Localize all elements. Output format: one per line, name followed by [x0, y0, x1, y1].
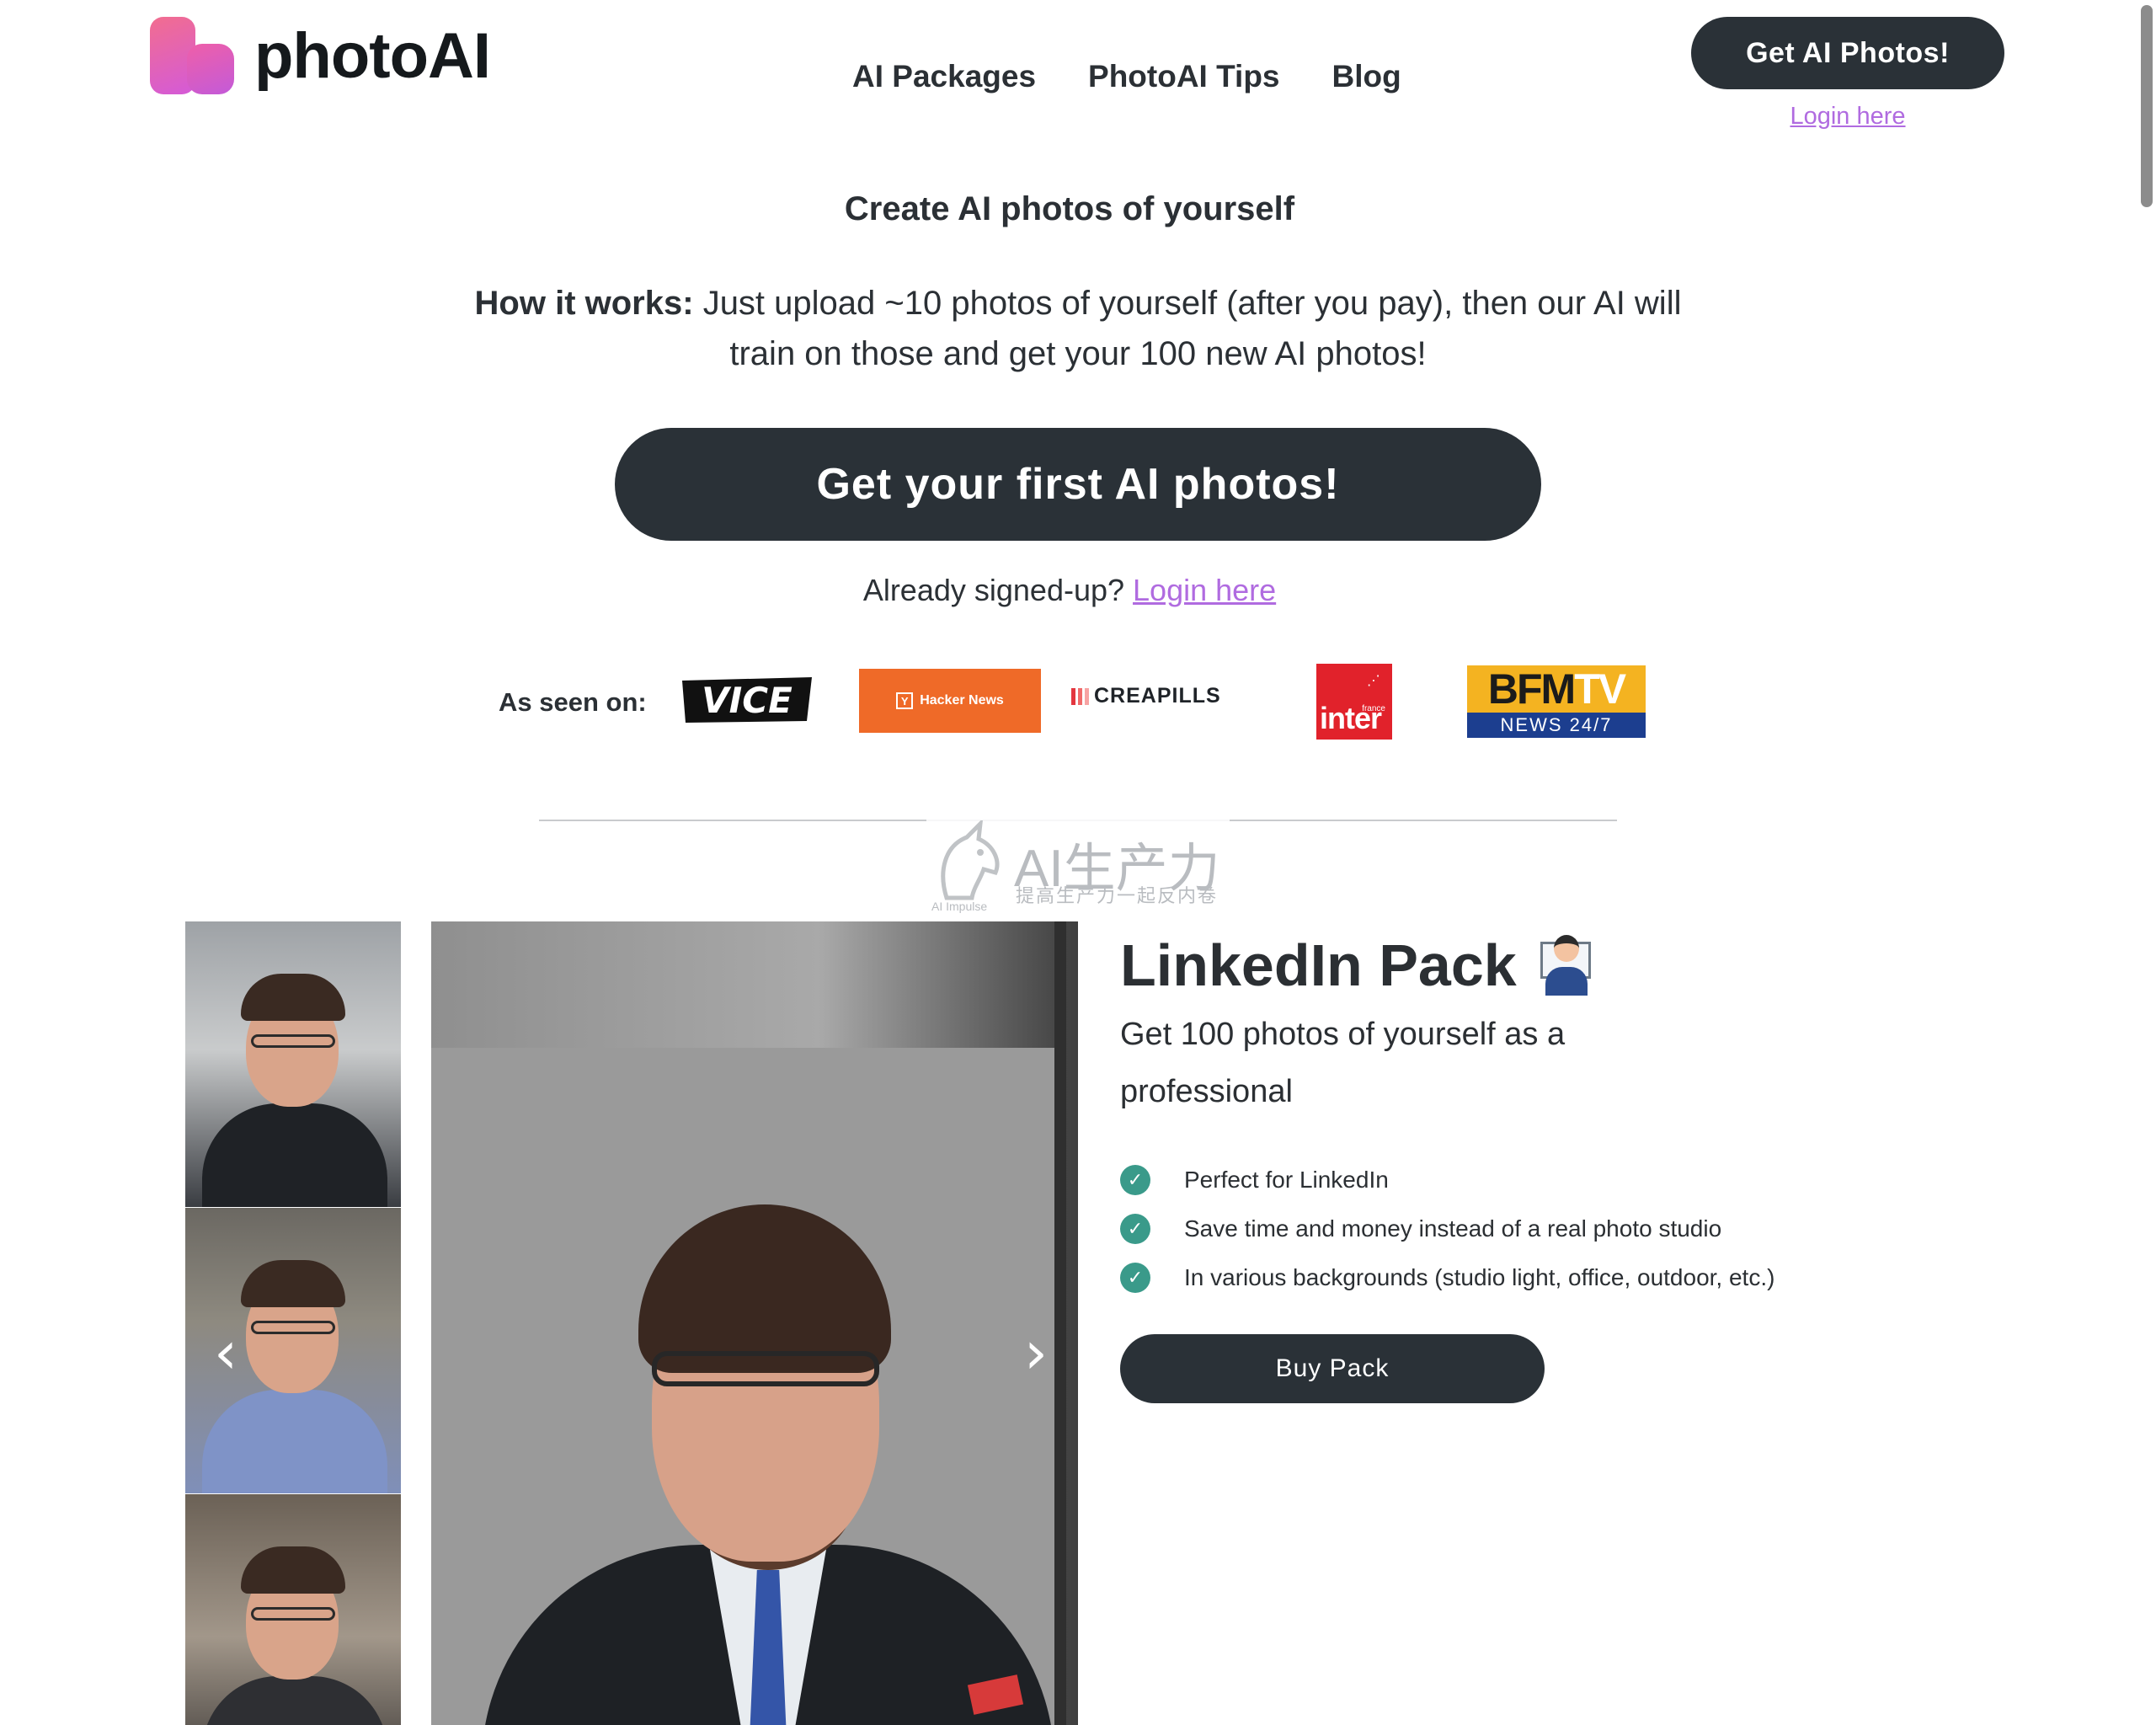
brand-logo[interactable]: photoAI: [150, 13, 491, 98]
thumbnail-1[interactable]: [185, 921, 401, 1208]
thumbnail-3[interactable]: [185, 1494, 401, 1725]
get-ai-photos-button[interactable]: Get AI Photos!: [1691, 17, 2004, 89]
inter-dots-icon: ⋰: [1367, 674, 1380, 688]
france-inter-logo[interactable]: ⋰ france inter: [1316, 664, 1392, 740]
hacker-news-logo[interactable]: Y Hacker News: [859, 669, 1041, 733]
bfm-sub-text: NEWS 24/7: [1467, 713, 1646, 738]
already-signed-up: Already signed-up? Login here: [0, 573, 2156, 608]
header-login-link[interactable]: Login here: [1691, 103, 2004, 131]
inter-text: inter: [1320, 701, 1382, 735]
buy-pack-button[interactable]: Buy Pack: [1120, 1334, 1545, 1403]
feature-text: Perfect for LinkedIn: [1184, 1167, 1389, 1193]
nav-blog[interactable]: Blog: [1332, 59, 1401, 94]
main-photo: [431, 921, 1078, 1725]
nav-photoai-tips[interactable]: PhotoAI Tips: [1088, 59, 1279, 94]
bfm-top: BFM TV: [1467, 665, 1646, 713]
y-combinator-icon: Y: [896, 692, 914, 709]
check-icon: ✓: [1120, 1214, 1150, 1244]
feature-text: Save time and money instead of a real ph…: [1184, 1215, 1722, 1242]
check-icon: ✓: [1120, 1263, 1150, 1293]
vice-logo[interactable]: VICE: [677, 674, 817, 726]
watermark: AI生产力 提高生产力一起反内卷 AI Impulse: [926, 819, 1230, 920]
logo-mark-icon: [150, 13, 237, 98]
feature-item: ✓ Perfect for LinkedIn: [1120, 1156, 1774, 1204]
main-nav: AI Packages PhotoAI Tips Blog: [852, 59, 1401, 94]
pack-title-text: LinkedIn Pack: [1120, 932, 1517, 998]
nav-ai-packages[interactable]: AI Packages: [852, 59, 1036, 94]
tv-text: TV: [1574, 665, 1626, 713]
carousel-prev-arrow-icon[interactable]: ‹: [209, 1323, 243, 1382]
feature-item: ✓ In various backgrounds (studio light, …: [1120, 1253, 1774, 1302]
hero-tagline: Create AI photos of yourself: [844, 190, 1295, 227]
feature-list: ✓ Perfect for LinkedIn ✓ Save time and m…: [1120, 1156, 1774, 1302]
vice-logo-text: VICE: [702, 680, 792, 721]
creapills-text: CREAPILLS: [1094, 684, 1221, 708]
businessman-icon: [1534, 933, 1598, 997]
how-it-works-text: How it works: Just upload ~10 photos of …: [472, 278, 1684, 379]
hacker-news-text: Hacker News: [920, 693, 1004, 708]
pack-subtitle: Get 100 photos of yourself as a professi…: [1120, 1017, 1566, 1109]
brand-name: photoAI: [254, 19, 491, 92]
scrollbar-thumb[interactable]: [2141, 5, 2153, 207]
how-it-works-label: How it works:: [474, 285, 694, 322]
bfm-text: BFM: [1487, 665, 1576, 713]
feature-text: In various backgrounds (studio light, of…: [1184, 1264, 1775, 1290]
creapills-logo[interactable]: CREAPILLS: [1071, 684, 1221, 708]
unicorn-icon: [941, 820, 1000, 900]
check-icon: ✓: [1120, 1165, 1150, 1195]
get-first-photos-button[interactable]: Get your first AI photos!: [615, 428, 1541, 541]
how-it-works-body: Just upload ~10 photos of yourself (afte…: [702, 285, 1682, 372]
watermark-subtitle: 提高生产力一起反内卷: [1016, 885, 1219, 906]
pack-title: LinkedIn Pack: [1120, 932, 1598, 999]
feature-item: ✓ Save time and money instead of a real …: [1120, 1204, 1774, 1253]
as-seen-on-label: As seen on:: [499, 687, 647, 717]
bfmtv-logo[interactable]: BFM TV NEWS 24/7: [1467, 665, 1646, 738]
hero-login-link[interactable]: Login here: [1133, 573, 1276, 607]
creapills-bars-icon: [1071, 687, 1089, 705]
signed-up-prefix: Already signed-up?: [862, 573, 1125, 607]
watermark-tiny: AI Impulse: [931, 900, 988, 913]
carousel-next-arrow-icon[interactable]: ›: [1019, 1323, 1053, 1382]
